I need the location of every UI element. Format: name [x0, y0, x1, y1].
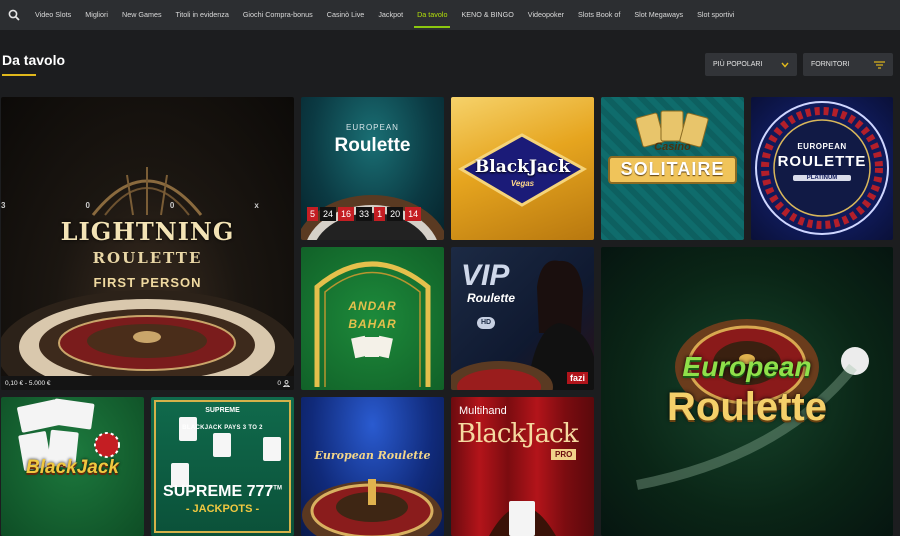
european-roulette-2-text: European Roulette	[314, 449, 431, 462]
page-title: Da tavolo	[2, 52, 66, 68]
multihand-blackjack-text: BlackJack	[457, 419, 578, 449]
lightning-logo-text: LIGHTNING	[60, 217, 235, 246]
wheel-number: 14	[405, 207, 422, 221]
tile-footer: 0,10 € - 5.000 € 0	[1, 376, 294, 390]
game-tile-casino-solitaire[interactable]: Casino SOLITAIRE	[601, 97, 744, 240]
nav-item-slots-book-of[interactable]: Slots Book of	[571, 0, 627, 30]
title-underline	[2, 74, 36, 76]
roulette-text: Roulette	[334, 135, 411, 156]
pro-badge: PRO	[551, 449, 577, 460]
supreme-777-main: SUPREME 777	[163, 483, 274, 500]
multihand-text: Multihand	[459, 405, 507, 417]
nav-item-migliori[interactable]: Migliori	[78, 0, 115, 30]
solitaire-text: SOLITAIRE	[620, 159, 725, 179]
nav-item-videopoker[interactable]: Videopoker	[521, 0, 571, 30]
game-tile-european-roulette[interactable]: EUROPEAN Roulette 5 24 16 33 1 20 14	[301, 97, 444, 240]
nav-item-new-games[interactable]: New Games	[115, 0, 169, 30]
supreme-top-text: SUPREME	[205, 407, 240, 414]
player-count: 0	[277, 380, 290, 387]
supreme-banner-text: BLACKJACK PAYS 3 TO 2	[182, 425, 263, 431]
game-tile-european-roulette-platinum[interactable]: EUROPEAN ROULETTE PLATINUM	[751, 97, 893, 240]
nav-item-giochi-compra-bonus[interactable]: Giochi Compra-bonus	[236, 0, 320, 30]
wheel-number: 33	[356, 207, 373, 221]
nav-item-jackpot[interactable]: Jackpot	[371, 0, 410, 30]
player-count-value: 0	[277, 379, 281, 387]
first-person-text: FIRST PERSON	[93, 275, 202, 290]
nav-item-da-tavolo[interactable]: Da tavolo	[410, 0, 454, 30]
trademark-text: TM	[273, 485, 282, 492]
game-tile-blackjack[interactable]: BlackJack	[1, 397, 144, 536]
supreme-art	[154, 400, 291, 533]
andar-text: ANDAR	[348, 299, 397, 313]
jackpots-text: - JACKPOTS -	[185, 503, 260, 515]
blackjack-text: BlackJack	[474, 157, 571, 177]
vip-text: VIP	[461, 259, 510, 292]
wheel-numbers: 5 24 16 33 1 20 14	[307, 207, 422, 221]
wheel-number: 16	[338, 207, 355, 221]
multiplier-left: 300x	[1, 201, 259, 210]
game-tile-lightning-roulette[interactable]: 300x500x LIGHTNING ROULETTE FIRST PERSON…	[1, 97, 294, 390]
nav-item-titoli-in-evidenza[interactable]: Titoli in evidenza	[169, 0, 236, 30]
game-tile-european-roulette-2[interactable]: European Roulette	[301, 397, 444, 536]
sort-dropdown[interactable]: PIÙ POPOLARI	[705, 53, 797, 76]
game-tile-blackjack-vegas[interactable]: BlackJack Vegas	[451, 97, 594, 240]
platinum-badge: PLATINUM	[793, 175, 851, 181]
providers-filter-label: FORNITORI	[811, 61, 850, 68]
bahar-text: BAHAR	[348, 317, 397, 331]
game-tile-supreme-777[interactable]: SUPREME BLACKJACK PAYS 3 TO 2 SUPREME 77…	[151, 397, 294, 536]
vegas-text: Vegas	[510, 179, 535, 188]
lightning-roulette-text: ROULETTE	[92, 249, 203, 267]
platinum-line1: EUROPEAN	[797, 142, 847, 151]
blackjack-title: BlackJack	[26, 457, 119, 478]
featured-roulette-text: Roulette	[667, 385, 827, 429]
hd-badge: HD	[477, 317, 495, 329]
bet-limits: 0,10 € - 5.000 €	[5, 379, 51, 387]
search-icon[interactable]	[0, 0, 28, 30]
wheel-number: 24	[320, 207, 337, 221]
nav-item-slot-sportivi[interactable]: Slot sportivi	[690, 0, 741, 30]
sort-dropdown-label: PIÙ POPOLARI	[713, 61, 763, 68]
wheel-number: 1	[374, 207, 386, 221]
chevron-down-icon	[781, 62, 789, 68]
multiplier-labels: 300x500x	[1, 201, 294, 210]
providers-filter[interactable]: FORNITORI	[803, 53, 893, 76]
game-tile-vip-roulette[interactable]: VIP Roulette HD fazi	[451, 247, 594, 390]
nav-item-video-slots[interactable]: Video Slots	[28, 0, 78, 30]
nav-item-casino-live[interactable]: Casinò Live	[320, 0, 372, 30]
european-small-text: EUROPEAN	[346, 123, 399, 132]
vip-roulette-text: Roulette	[467, 291, 515, 305]
top-navigation: Video Slots Migliori New Games Titoli in…	[0, 0, 900, 30]
filter-icon	[874, 60, 885, 69]
wheel-number: 5	[307, 207, 319, 221]
wheel-number: 20	[387, 207, 404, 221]
game-tile-european-roulette-featured[interactable]: European Roulette	[601, 247, 893, 536]
fazi-logo: fazi	[566, 372, 588, 384]
user-icon	[283, 379, 290, 387]
nav-item-slot-megaways[interactable]: Slot Megaways	[627, 0, 690, 30]
nav-items: Video Slots Migliori New Games Titoli in…	[28, 0, 741, 30]
nav-item-keno-bingo[interactable]: KENO & BINGO	[454, 0, 520, 30]
multihand-art	[489, 501, 556, 536]
european-roulette-2-art	[302, 479, 442, 536]
platinum-line2: ROULETTE	[777, 153, 867, 170]
casino-text: Casino	[654, 141, 691, 153]
featured-european-text: European	[682, 351, 812, 382]
game-tile-andar-bahar[interactable]: ANDAR BAHAR	[301, 247, 444, 390]
supreme-777-text: SUPREME 777TM	[151, 483, 294, 501]
game-tile-multihand-blackjack-pro[interactable]: Multihand BlackJack PRO	[451, 397, 594, 536]
